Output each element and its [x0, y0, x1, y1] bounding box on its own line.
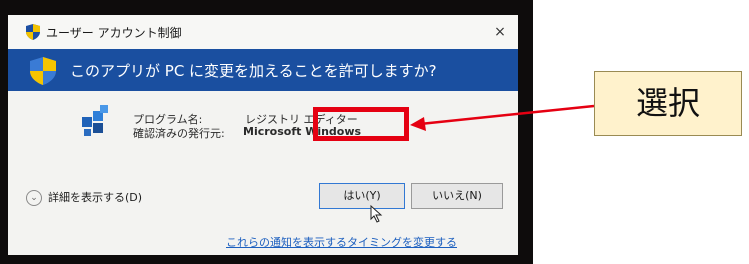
yes-button[interactable]: はい(Y): [319, 183, 405, 209]
chevron-down-icon: ⌄: [26, 190, 42, 206]
close-button[interactable]: ×: [488, 20, 512, 44]
mouse-cursor-icon: [370, 205, 383, 223]
dialog-title: ユーザー アカウント制御: [46, 26, 182, 40]
question-text: このアプリが PC に変更を加えることを許可しますか?: [70, 62, 437, 80]
registry-editor-icon: [82, 105, 108, 136]
show-details-label: 詳細を表示する(D): [48, 191, 143, 204]
photo-frame: ユーザー アカウント制御 × このアプリが PC に変更を加えることを許可します…: [0, 0, 533, 264]
callout-box: 選択: [594, 71, 742, 136]
publisher-row: 確認済みの発行元: Microsoft Windows: [133, 125, 361, 141]
show-details-toggle[interactable]: ⌄ 詳細を表示する(D): [26, 189, 142, 206]
title-bar: ユーザー アカウント制御 ×: [8, 15, 518, 49]
uac-shield-large-icon: [30, 57, 56, 85]
notification-settings-link[interactable]: これらの通知を表示するタイミングを変更する: [226, 234, 457, 250]
no-button[interactable]: いいえ(N): [411, 183, 503, 209]
uac-shield-icon: [26, 24, 40, 40]
yes-button-highlight: [313, 107, 409, 141]
publisher-label: 確認済みの発行元:: [133, 127, 225, 140]
dialog-content: プログラム名: レジストリ エディター 確認済みの発行元: Microsoft …: [8, 91, 518, 255]
uac-dialog: ユーザー アカウント制御 × このアプリが PC に変更を加えることを許可します…: [8, 15, 518, 255]
question-banner: このアプリが PC に変更を加えることを許可しますか?: [8, 49, 518, 91]
close-icon: ×: [494, 24, 506, 40]
